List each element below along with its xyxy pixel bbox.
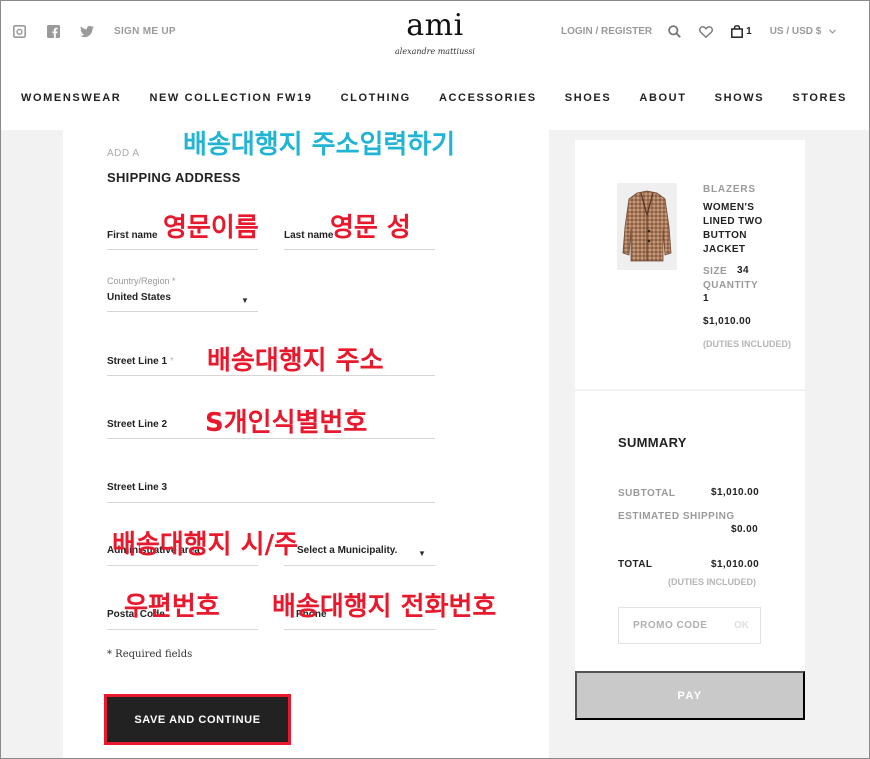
currency-label: US / USD $ [769, 26, 822, 37]
site-header: SIGN ME UP ami alexandre mattiussi LOGIN… [0, 0, 870, 130]
nav-about[interactable]: ABOUT [639, 92, 686, 104]
pay-button[interactable]: PAY [575, 671, 805, 720]
country-underline [107, 311, 258, 312]
product-name-line-4[interactable]: JACKET [703, 243, 745, 257]
last-name-field[interactable]: Last name [284, 230, 333, 241]
last-name-underline [284, 249, 435, 250]
item-price: $1,010.00 [703, 316, 752, 327]
shipping-address-title: SHIPPING ADDRESS [107, 170, 241, 185]
currency-selector[interactable]: US / USD $ [770, 26, 837, 37]
street-line-3-underline [107, 502, 435, 503]
country-region-label: Country/Region * [107, 276, 176, 286]
size-value: 34 [737, 265, 749, 276]
brand-subtitle: alexandre mattiussi [395, 47, 475, 56]
product-name-line-1[interactable]: WOMEN'S [703, 201, 754, 215]
required-fields-note: * Required fields [107, 649, 193, 660]
annotation-street-1: 배송대행지 주소 [207, 346, 384, 376]
nav-shoes[interactable]: SHOES [565, 92, 612, 104]
annotation-title-note: 배송대행지 주소입력하기 [183, 130, 456, 160]
cart-item-card [575, 140, 805, 389]
chevron-down-icon: ▼ [241, 296, 249, 305]
street-line-1-field[interactable]: Street Line 1 * [107, 356, 174, 367]
nav-shows[interactable]: SHOWS [715, 92, 765, 104]
promo-ok-button[interactable]: OK [734, 620, 749, 631]
add-a-label: ADD A [107, 148, 140, 159]
search-icon[interactable] [668, 25, 681, 38]
quantity-label: QUANTITY [703, 280, 759, 291]
annotation-postal: 우편번호 [124, 592, 220, 622]
admin-area-underline [107, 565, 258, 566]
shipping-form-panel [63, 130, 549, 759]
promo-code-input[interactable]: PROMO CODE OK [618, 607, 761, 644]
item-duties-note: (DUTIES INCLUDED) [703, 339, 791, 349]
postal-underline [107, 629, 258, 630]
summary-title: SUMMARY [618, 435, 687, 450]
header-tools: LOGIN / REGISTER 1 US / USD $ [561, 25, 837, 38]
country-select[interactable]: United States [107, 292, 171, 303]
cart-bag-icon[interactable]: 1 [731, 25, 752, 38]
subtotal-label: SUBTOTAL [618, 488, 676, 499]
annotation-street-2: S개인식별번호 [205, 408, 368, 438]
product-thumbnail[interactable] [617, 183, 677, 270]
municipality-underline [284, 565, 435, 566]
total-value: $1,010.00 [711, 559, 760, 570]
nav-clothing[interactable]: CLOTHING [341, 92, 411, 104]
nav-womenswear[interactable]: WOMENSWEAR [21, 92, 121, 104]
municipality-select[interactable]: Select a Municipality. [297, 545, 397, 556]
shipping-value: $0.00 [731, 524, 759, 535]
first-name-underline [107, 249, 258, 250]
phone-underline [284, 629, 435, 630]
product-category: BLAZERS [703, 184, 756, 195]
annotation-city-state: 배송대행지 시/주 [112, 530, 298, 560]
annotation-last-name: 영문 성 [330, 213, 411, 243]
subtotal-value: $1,010.00 [711, 487, 760, 498]
wishlist-heart-icon[interactable] [699, 25, 714, 38]
street-line-3-field[interactable]: Street Line 3 [107, 482, 167, 493]
nav-stores[interactable]: STORES [792, 92, 847, 104]
annotation-phone: 배송대행지 전화번호 [272, 592, 497, 622]
nav-new-collection[interactable]: NEW COLLECTION FW19 [149, 92, 312, 104]
size-label: SIZE [703, 266, 728, 277]
blazer-jacket-icon [622, 190, 672, 261]
first-name-field[interactable]: First name [107, 230, 158, 241]
main-nav: WOMENSWEAR NEW COLLECTION FW19 CLOTHING … [0, 92, 870, 104]
quantity-value: 1 [703, 293, 709, 304]
chevron-down-icon: ▼ [418, 549, 426, 558]
nav-accessories[interactable]: ACCESSORIES [439, 92, 537, 104]
chevron-down-icon [829, 26, 837, 37]
annotation-first-name: 영문이름 [163, 213, 259, 243]
login-register-link[interactable]: LOGIN / REGISTER [561, 26, 652, 37]
total-duties-note: (DUTIES INCLUDED) [668, 577, 756, 587]
street-line-2-field[interactable]: Street Line 2 [107, 419, 167, 430]
save-and-continue-button[interactable]: SAVE AND CONTINUE [104, 694, 291, 745]
cart-count: 1 [746, 26, 752, 37]
product-name-line-2[interactable]: LINED TWO [703, 215, 763, 229]
promo-code-placeholder: PROMO CODE [633, 620, 708, 631]
total-label: TOTAL [618, 559, 653, 570]
product-name-line-3[interactable]: BUTTON [703, 229, 747, 243]
shipping-label: ESTIMATED SHIPPING [618, 511, 735, 522]
